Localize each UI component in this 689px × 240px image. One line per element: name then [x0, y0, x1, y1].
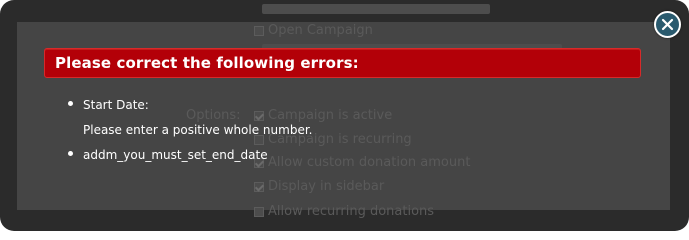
bullet-icon [68, 101, 73, 106]
error-banner: Please correct the following errors: [44, 48, 641, 78]
error-field-name: Start Date: [83, 98, 149, 112]
error-item: Start Date: Please enter a positive whol… [66, 96, 312, 139]
screen: Open Campaign Options: Campaign is activ… [0, 0, 689, 231]
error-field-name: addm_you_must_set_end_date [83, 148, 268, 162]
error-item: addm_you_must_set_end_date [66, 146, 312, 164]
error-list: Start Date: Please enter a positive whol… [66, 96, 312, 164]
error-banner-title: Please correct the following errors: [55, 54, 359, 72]
error-message: Please enter a positive whole number. [83, 123, 313, 137]
bullet-icon [68, 151, 73, 156]
close-icon [661, 18, 674, 31]
close-button[interactable] [654, 11, 681, 38]
